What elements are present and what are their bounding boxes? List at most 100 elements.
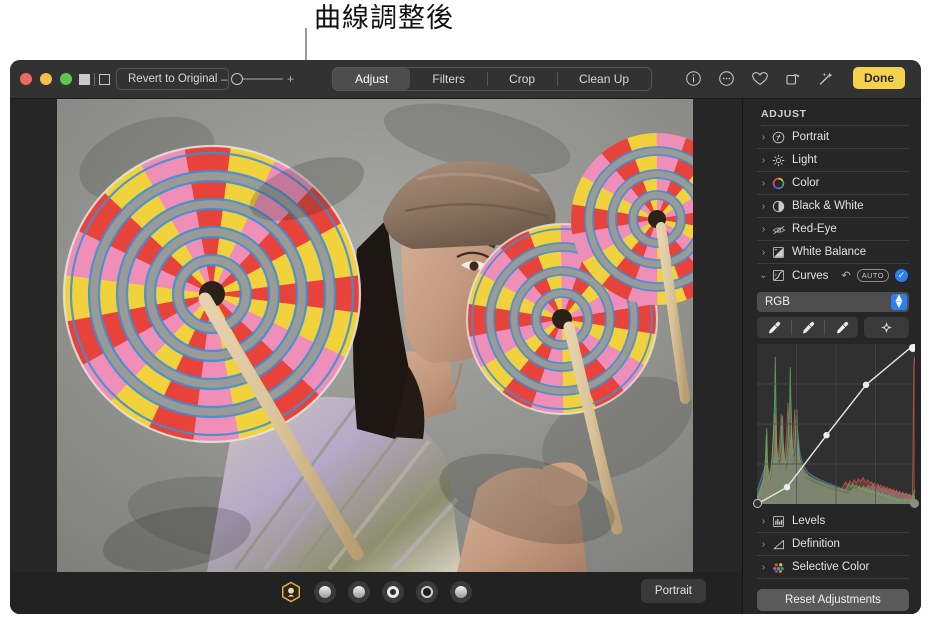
tab-adjust[interactable]: Adjust bbox=[333, 68, 411, 90]
window-controls bbox=[20, 73, 72, 85]
effect-stage-light[interactable] bbox=[382, 581, 404, 603]
curves-icon bbox=[770, 268, 787, 283]
toolbar: Revert to Original – + Adjust Filters Cr… bbox=[10, 60, 921, 99]
black-white-icon bbox=[770, 199, 787, 214]
effect-stage-light-mono[interactable] bbox=[416, 581, 438, 603]
minimize-button[interactable] bbox=[40, 73, 52, 85]
view-mode-controls bbox=[79, 73, 110, 86]
curves-tools bbox=[757, 317, 909, 338]
zoom-slider[interactable]: – + bbox=[215, 72, 295, 86]
sidebar-title: ADJUST bbox=[761, 108, 807, 120]
zoom-slider-knob[interactable] bbox=[231, 73, 243, 85]
zoom-out-icon[interactable]: – bbox=[221, 73, 228, 85]
auto-badge[interactable]: AUTO bbox=[856, 269, 889, 282]
toolbar-actions: Done bbox=[684, 67, 905, 89]
sidebar-item-label: Levels bbox=[792, 515, 826, 527]
curve-control-point[interactable] bbox=[783, 484, 791, 491]
color-wheel-icon bbox=[770, 176, 787, 191]
effect-studio-light[interactable] bbox=[314, 581, 336, 603]
checkmark-icon[interactable]: ✓ bbox=[895, 269, 908, 282]
mode-tabs: Adjust Filters Crop Clean Up bbox=[332, 67, 653, 91]
tab-filters[interactable]: Filters bbox=[410, 68, 487, 90]
zoom-in-icon[interactable]: + bbox=[287, 73, 294, 85]
sidebar-item-label: Red-Eye bbox=[792, 223, 837, 235]
photo-preview[interactable] bbox=[57, 99, 693, 572]
effect-natural-light[interactable] bbox=[280, 581, 302, 603]
close-button[interactable] bbox=[20, 73, 32, 85]
adjust-sidebar: ADJUST › Portrait › Light › Color › Blac… bbox=[742, 99, 921, 614]
white-balance-icon bbox=[770, 245, 787, 260]
reset-adjustments-button[interactable]: Reset Adjustments bbox=[757, 589, 909, 611]
chevron-updown-icon[interactable]: ▲ ▼ bbox=[891, 292, 907, 311]
editor-content: Portrait ADJUST › Portrait › Light › Col… bbox=[10, 99, 921, 614]
sidebar-item-levels[interactable]: › Levels bbox=[757, 510, 909, 533]
sidebar-item-selective-color[interactable]: › Selective Color bbox=[757, 556, 909, 579]
sidebar-item-label: Light bbox=[792, 154, 817, 166]
sidebar-item-portrait[interactable]: › Portrait bbox=[757, 126, 909, 149]
info-icon[interactable] bbox=[684, 69, 703, 88]
channel-select-value: RGB bbox=[765, 296, 790, 308]
portrait-icon bbox=[770, 130, 787, 145]
photos-editor-window: Revert to Original – + Adjust Filters Cr… bbox=[10, 60, 921, 614]
levels-icon bbox=[770, 514, 787, 529]
sidebar-item-label: Definition bbox=[792, 538, 840, 550]
chevron-right-icon[interactable]: › bbox=[757, 201, 770, 212]
effect-contour-light[interactable] bbox=[348, 581, 370, 603]
sidebar-item-curves[interactable]: ⌄ Curves ↶ AUTO ✓ bbox=[757, 264, 909, 287]
sidebar-item-label: Black & White bbox=[792, 200, 864, 212]
sidebar-item-label: Curves bbox=[792, 269, 829, 282]
portrait-button[interactable]: Portrait bbox=[640, 579, 706, 603]
rotate-icon[interactable] bbox=[783, 69, 802, 88]
chevron-right-icon[interactable]: › bbox=[757, 132, 770, 143]
chevron-right-icon[interactable]: › bbox=[757, 247, 770, 258]
curve-white-point-handle[interactable] bbox=[910, 499, 919, 508]
chevron-right-icon[interactable]: › bbox=[757, 155, 770, 166]
zoom-button[interactable] bbox=[60, 73, 72, 85]
chevron-right-icon[interactable]: › bbox=[757, 224, 770, 235]
auto-enhance-icon[interactable] bbox=[816, 69, 835, 88]
tab-crop[interactable]: Crop bbox=[487, 68, 557, 90]
divider bbox=[94, 73, 95, 86]
eyedropper-white-icon[interactable] bbox=[824, 317, 858, 338]
outline-square-icon[interactable] bbox=[99, 74, 110, 85]
curve-black-point-handle[interactable] bbox=[753, 499, 762, 508]
undo-arrow-icon[interactable]: ↶ bbox=[841, 269, 850, 282]
chevron-right-icon[interactable]: › bbox=[757, 539, 770, 550]
curves-plot[interactable] bbox=[756, 343, 917, 505]
sidebar-item-red-eye[interactable]: › Red-Eye bbox=[757, 218, 909, 241]
selective-color-icon bbox=[770, 560, 787, 575]
sidebar-item-light[interactable]: › Light bbox=[757, 149, 909, 172]
add-point-icon[interactable] bbox=[864, 317, 909, 338]
canvas-area: Portrait bbox=[10, 99, 742, 614]
photo-image bbox=[57, 99, 693, 572]
callout-label: 曲線調整後 bbox=[314, 3, 454, 33]
sidebar-item-color[interactable]: › Color bbox=[757, 172, 909, 195]
chevron-right-icon[interactable]: › bbox=[757, 562, 770, 573]
red-eye-icon bbox=[770, 222, 787, 237]
curves-graph[interactable] bbox=[753, 343, 919, 508]
effect-high-key-light-mono[interactable] bbox=[450, 581, 472, 603]
done-button[interactable]: Done bbox=[853, 67, 905, 89]
filled-square-icon[interactable] bbox=[79, 74, 90, 85]
sidebar-item-label: Portrait bbox=[792, 131, 830, 143]
sidebar-item-label: Selective Color bbox=[792, 561, 870, 573]
sidebar-item-black-and-white[interactable]: › Black & White bbox=[757, 195, 909, 218]
comment-icon[interactable] bbox=[717, 69, 736, 88]
screenshot-root: 曲線調整後 Revert to Original – + Adjust Filt… bbox=[0, 0, 931, 620]
sidebar-item-label: White Balance bbox=[792, 246, 867, 258]
chevron-right-icon[interactable]: › bbox=[757, 178, 770, 189]
eyedropper-black-icon[interactable] bbox=[757, 317, 791, 338]
heart-icon[interactable] bbox=[750, 69, 769, 88]
sidebar-item-definition[interactable]: › Definition bbox=[757, 533, 909, 556]
sidebar-item-label: Color bbox=[792, 177, 820, 189]
chevron-right-icon[interactable]: › bbox=[757, 516, 770, 527]
curve-control-point[interactable] bbox=[862, 381, 870, 388]
lighting-effects-bar: Portrait bbox=[10, 572, 742, 614]
revert-to-original-button[interactable]: Revert to Original bbox=[116, 68, 230, 90]
channel-select[interactable]: RGB ▲ ▼ bbox=[757, 292, 909, 312]
curve-control-point[interactable] bbox=[823, 432, 830, 439]
chevron-down-icon[interactable]: ⌄ bbox=[757, 270, 770, 281]
tab-clean-up[interactable]: Clean Up bbox=[557, 68, 651, 90]
eyedropper-gray-icon[interactable] bbox=[790, 317, 825, 338]
sidebar-item-white-balance[interactable]: › White Balance bbox=[757, 241, 909, 264]
